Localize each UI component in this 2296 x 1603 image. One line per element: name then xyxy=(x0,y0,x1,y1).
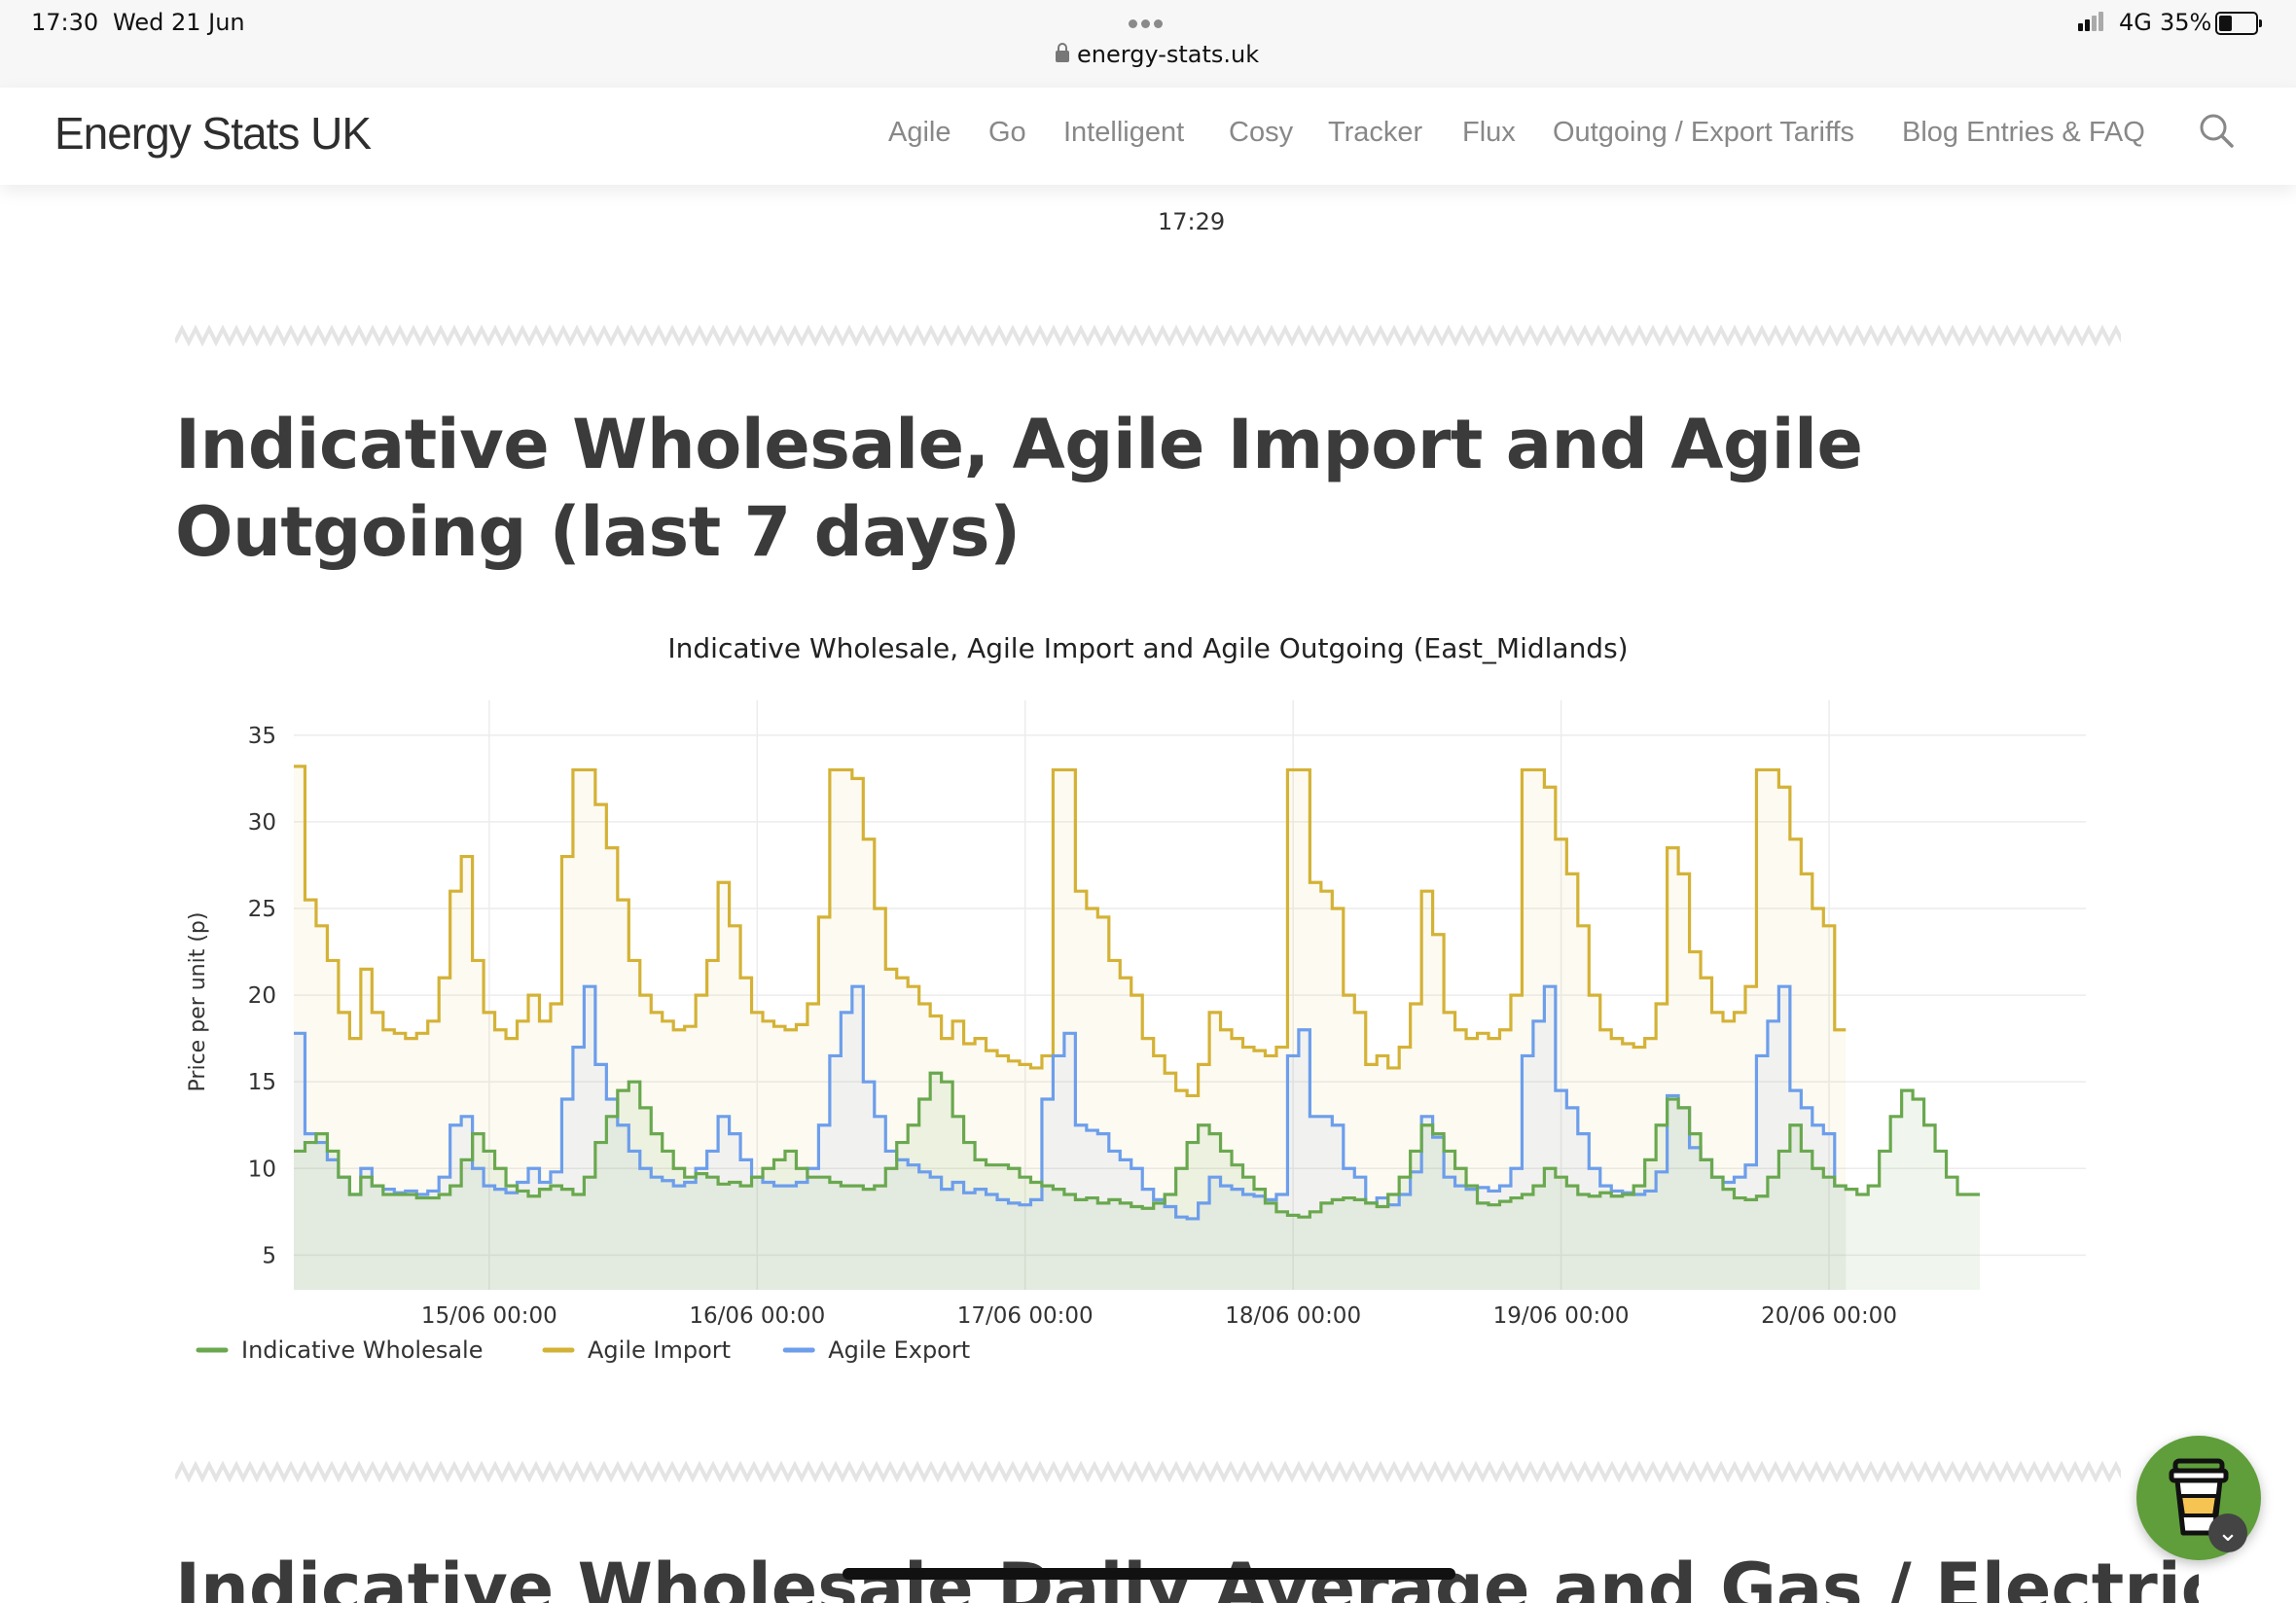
updated-time: 17:29 xyxy=(1158,208,1226,235)
x-tick-label: 20/06 00:00 xyxy=(1761,1303,1897,1329)
x-tick-label: 17/06 00:00 xyxy=(957,1303,1094,1329)
y-tick-label: 35 xyxy=(248,724,276,749)
close-icon[interactable]: ⌄ xyxy=(2208,1514,2247,1552)
lock-icon xyxy=(1056,43,1069,62)
network-type: 4G xyxy=(2119,9,2152,36)
legend-item: Agile Import xyxy=(588,1336,731,1364)
address-bar[interactable]: energy-stats.uk xyxy=(1056,41,1259,68)
x-tick-label: 16/06 00:00 xyxy=(689,1303,825,1329)
nav-agile[interactable]: Agile xyxy=(888,117,951,149)
status-bar: 17:30 Wed 21 Jun energy-stats.uk 4G 35% xyxy=(0,0,2296,89)
legend-item: Indicative Wholesale xyxy=(241,1336,483,1364)
nav-tracker[interactable]: Tracker xyxy=(1328,117,1422,149)
nav-flux[interactable]: Flux xyxy=(1462,117,1516,149)
nav-intelligent[interactable]: Intelligent xyxy=(1063,117,1184,149)
x-tick-label: 18/06 00:00 xyxy=(1225,1303,1361,1329)
section-divider xyxy=(175,325,2121,346)
status-date: Wed 21 Jun xyxy=(113,9,245,36)
y-axis-label: Price per unit (p) xyxy=(186,912,210,1092)
address-url: energy-stats.uk xyxy=(1077,41,1260,68)
page-title: Indicative Wholesale, Agile Import and A… xyxy=(175,405,1863,572)
x-tick-label: 19/06 00:00 xyxy=(1493,1303,1630,1329)
nav-blog-faq[interactable]: Blog Entries & FAQ xyxy=(1902,117,2145,149)
legend-item: Agile Export xyxy=(828,1336,970,1364)
y-tick-label: 30 xyxy=(248,810,276,836)
site-logo[interactable]: Energy Stats UK xyxy=(54,107,372,160)
battery-icon xyxy=(2215,12,2262,35)
section-divider-2 xyxy=(175,1461,2121,1482)
battery-percent: 35% xyxy=(2160,9,2212,36)
more-dots-icon[interactable] xyxy=(1129,14,1166,32)
y-tick-label: 25 xyxy=(248,897,276,922)
search-icon[interactable] xyxy=(2199,113,2234,148)
price-chart: Indicative Wholesale, Agile Import and A… xyxy=(175,613,2121,1391)
home-indicator[interactable] xyxy=(843,1568,1455,1580)
y-tick-label: 20 xyxy=(248,983,276,1009)
status-time: 17:30 xyxy=(31,9,99,36)
site-header: Energy Stats UK Agile Go Intelligent Cos… xyxy=(0,88,2296,185)
x-tick-label: 15/06 00:00 xyxy=(421,1303,557,1329)
y-tick-label: 10 xyxy=(248,1157,276,1182)
nav-cosy[interactable]: Cosy xyxy=(1229,117,1293,149)
nav-go[interactable]: Go xyxy=(988,117,1026,149)
y-tick-label: 5 xyxy=(262,1243,276,1268)
nav-outgoing-export[interactable]: Outgoing / Export Tariffs xyxy=(1553,117,1854,149)
y-tick-label: 15 xyxy=(248,1070,276,1095)
signal-icon xyxy=(2078,12,2105,31)
chart-canvas: 5 10 15 20 25 30 35 15/06 00:00 16/06 00:00 17/0… xyxy=(186,700,2086,1364)
